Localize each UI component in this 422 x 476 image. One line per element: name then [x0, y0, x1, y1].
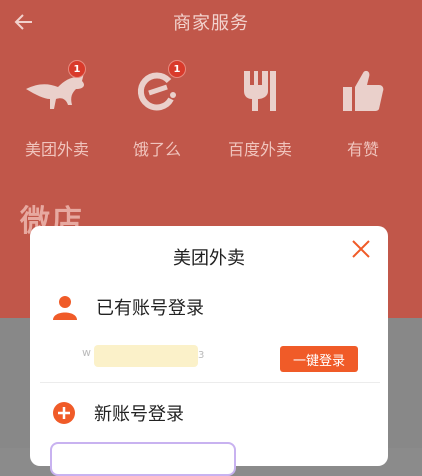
new-login-label: 新账号登录 — [94, 404, 184, 425]
user-icon — [53, 296, 77, 320]
one-key-login-button[interactable]: 一键登录 — [280, 346, 358, 372]
thumb-icon — [328, 60, 398, 122]
app-youzan[interactable]: 有赞 — [318, 60, 408, 160]
eleme-icon: 1 — [122, 60, 192, 122]
app-label: 美团外卖 — [24, 140, 89, 159]
account-prefix: w — [82, 346, 91, 359]
plus-circle-icon — [53, 402, 75, 424]
app-baidu-waimai[interactable]: 百度外卖 — [215, 60, 305, 160]
back-arrow-icon[interactable] — [10, 8, 38, 36]
account-suffix: 3 — [198, 350, 205, 361]
new-account-row[interactable]: 新账号登录 — [52, 400, 184, 426]
app-label: 有赞 — [346, 140, 379, 159]
page-title: 商家服务 — [173, 13, 249, 34]
notification-badge: 1 — [68, 60, 86, 78]
login-modal: 美团外卖 已有账号登录 w 3 一键登录 新账号登录 — [30, 226, 388, 476]
notification-badge: 1 — [168, 60, 186, 78]
app-label: 百度外卖 — [227, 140, 292, 159]
app-label: 饿了么 — [132, 140, 181, 159]
fork-icon — [225, 60, 295, 122]
app-grid: 1 美团外卖 1 饿了么 百度外卖 有赞 — [0, 60, 422, 160]
masked-account — [94, 345, 198, 367]
kangaroo-icon: 1 — [22, 60, 92, 122]
existing-account-row[interactable]: 已有账号登录 — [52, 294, 204, 320]
app-meituan[interactable]: 1 美团外卖 — [12, 60, 102, 160]
modal-title: 美团外卖 — [173, 248, 245, 269]
close-icon[interactable] — [348, 236, 374, 262]
app-eleme[interactable]: 1 饿了么 — [112, 60, 202, 160]
top-bar: 商家服务 — [0, 0, 422, 44]
existing-login-label: 已有账号登录 — [96, 298, 204, 319]
divider — [40, 382, 380, 383]
input-field[interactable] — [50, 442, 236, 476]
